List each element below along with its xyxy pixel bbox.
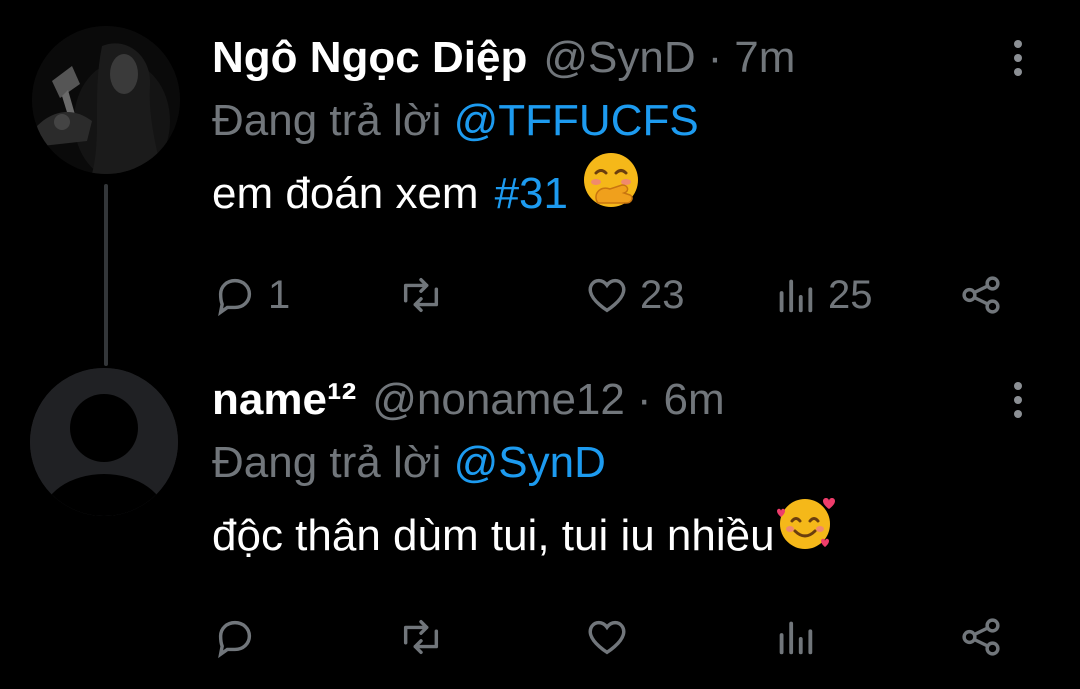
separator: ·: [636, 375, 652, 424]
views-icon: [779, 279, 813, 313]
share-icon: [962, 618, 1000, 656]
views-icon: [779, 621, 813, 655]
reply-prefix: Đang trả lời: [212, 96, 442, 145]
avatar[interactable]: [32, 26, 180, 174]
tweet-actions: [212, 604, 1012, 670]
reply-icon: [218, 278, 252, 317]
reply-prefix: Đang trả lời: [212, 438, 442, 487]
more-options-icon[interactable]: [1010, 382, 1026, 422]
retweet-icon: [403, 619, 439, 655]
reply-context: Đang trả lời @TFFUCFS: [212, 90, 1080, 152]
hashtag-link[interactable]: #31: [495, 152, 568, 236]
profile-photo: [32, 26, 180, 174]
share-button[interactable]: [958, 262, 1004, 328]
display-name[interactable]: Ngô Ngọc Diệp: [212, 26, 527, 90]
thread-connector-line: [104, 184, 108, 366]
retweet-button[interactable]: [398, 604, 454, 670]
reply-button[interactable]: 1: [212, 262, 290, 328]
default-avatar-icon: [30, 368, 178, 516]
share-button[interactable]: [958, 604, 1004, 670]
tweet-header: name¹² @noname12 · 6m: [212, 368, 1080, 432]
reply-button[interactable]: [212, 604, 268, 670]
smiling-face-with-hearts-emoji: [775, 491, 837, 581]
tweet-header: Ngô Ngọc Diệp @SynD · 7m: [212, 26, 1080, 90]
tweet[interactable]: Ngô Ngọc Diệp @SynD · 7m Đang trả lời @T…: [212, 26, 1080, 317]
like-icon: [588, 278, 626, 313]
tweet-actions: 1 23 25: [212, 262, 1012, 328]
share-icon: [962, 276, 1000, 314]
reply-icon: [218, 620, 252, 659]
views-count: 25: [828, 272, 873, 317]
retweet-button[interactable]: [398, 262, 454, 328]
display-name[interactable]: name¹²: [212, 368, 356, 432]
reply-context: Đang trả lời @SynD: [212, 432, 1080, 494]
tweet-text: em đoán xem #31: [212, 152, 1080, 236]
reply-count: 1: [268, 272, 291, 317]
like-button[interactable]: 23: [584, 262, 685, 328]
tweet-body: em đoán xem: [212, 169, 479, 218]
like-icon: [588, 620, 626, 655]
reply-mention-link[interactable]: @SynD: [454, 438, 606, 487]
tweet-body: độc thân dùm tui, tui iu nhiều: [212, 511, 775, 560]
timestamp[interactable]: 7m: [734, 26, 795, 90]
reply-mention-link[interactable]: @TFFUCFS: [454, 96, 699, 145]
hand-over-mouth-smile-emoji: [582, 151, 640, 237]
like-count: 23: [640, 272, 685, 317]
views-button[interactable]: 25: [772, 262, 873, 328]
retweet-icon: [403, 277, 439, 313]
user-handle[interactable]: @noname12: [372, 368, 625, 432]
like-button[interactable]: [584, 604, 640, 670]
views-button[interactable]: [772, 604, 828, 670]
avatar[interactable]: [30, 368, 178, 516]
user-handle[interactable]: @SynD: [543, 26, 695, 90]
tweet-text: độc thân dùm tui, tui iu nhiều: [212, 494, 1080, 578]
more-options-icon[interactable]: [1010, 40, 1026, 80]
tweet[interactable]: name¹² @noname12 · 6m Đang trả lời @SynD…: [212, 368, 1080, 659]
separator: ·: [707, 33, 723, 82]
timestamp[interactable]: 6m: [664, 368, 725, 432]
